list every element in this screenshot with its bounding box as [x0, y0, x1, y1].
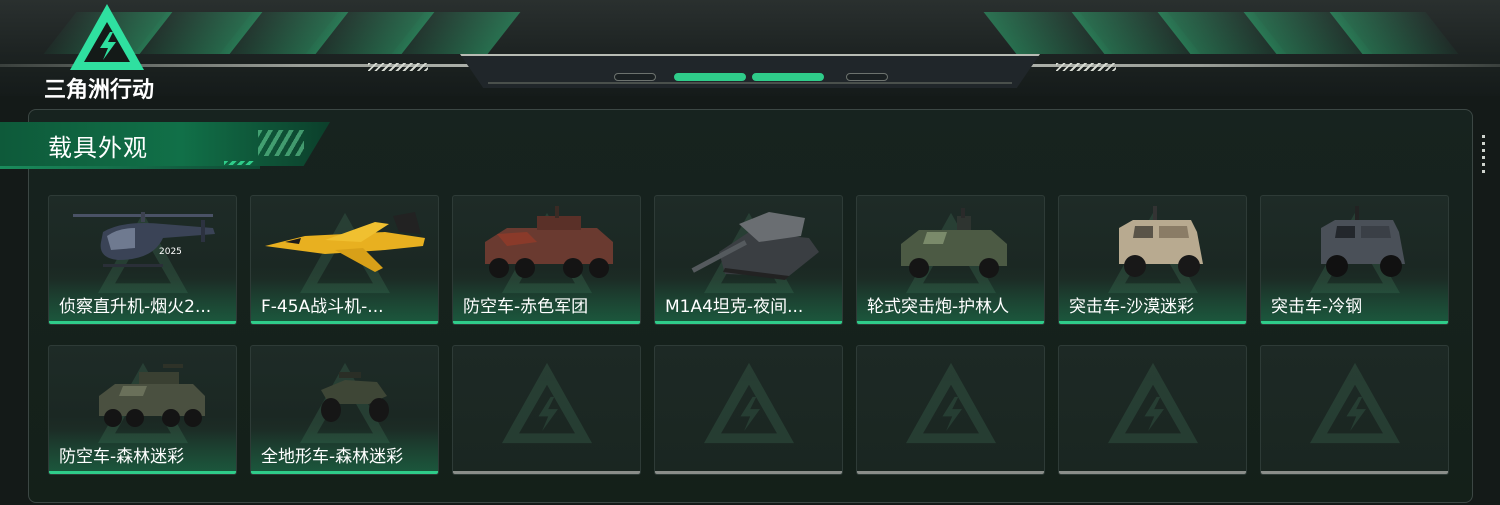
- atv-icon: [321, 372, 389, 422]
- hud-center-plate: [460, 54, 1040, 88]
- card-name: 突击车-冷钢: [1271, 297, 1363, 317]
- vehicle-card-aa-forest[interactable]: 防空车-森林迷彩: [48, 345, 237, 475]
- empty-card-slot: [654, 345, 843, 475]
- vehicle-card-tank[interactable]: M1A4坦克-夜间...: [654, 195, 843, 325]
- card-name: 防空车-森林迷彩: [59, 447, 185, 467]
- empty-slot-icon: [703, 362, 794, 444]
- vehicle-card-aa-red[interactable]: 防空车-赤色军团: [452, 195, 641, 325]
- empty-card-slot: [856, 345, 1045, 475]
- assault-car-steel-icon: [1321, 206, 1405, 277]
- card-name: M1A4坦克-夜间...: [665, 297, 804, 317]
- empty-slot-icon: [1309, 362, 1400, 444]
- svg-text:2025: 2025: [159, 247, 182, 257]
- card-name: 全地形车-森林迷彩: [261, 447, 404, 467]
- section-title: 载具外观: [48, 134, 148, 162]
- card-name: F-45A战斗机-...: [261, 297, 384, 317]
- assault-car-desert-icon: [1119, 206, 1203, 277]
- section-underline-hatch: [224, 161, 254, 165]
- wheeled-assault-gun-icon: [901, 208, 1007, 278]
- page-indicator-active: [674, 73, 746, 81]
- page-indicator-pill: [614, 73, 656, 81]
- helicopter-icon: 2025: [73, 212, 215, 267]
- empty-slot-icon: [1107, 362, 1198, 444]
- page-indicator-pill: [846, 73, 888, 81]
- empty-card-slot: [1058, 345, 1247, 475]
- aa-vehicle-forest-icon: [99, 364, 205, 427]
- vehicle-card-atv[interactable]: 全地形车-森林迷彩: [250, 345, 439, 475]
- card-name: 侦察直升机-烟火2...: [59, 297, 212, 317]
- card-name: 轮式突击炮-护林人: [867, 297, 1010, 317]
- card-name: 防空车-赤色军团: [463, 297, 589, 317]
- game-logo-text: 三角洲行动: [44, 78, 155, 103]
- vehicle-card-jet[interactable]: F-45A战斗机-...: [250, 195, 439, 325]
- scroll-indicator[interactable]: [1482, 135, 1485, 175]
- hud-hatch: [1056, 63, 1116, 71]
- vehicle-card-assault-gun[interactable]: 轮式突击炮-护林人: [856, 195, 1045, 325]
- hud-hatch: [368, 63, 428, 71]
- empty-card-slot: [452, 345, 641, 475]
- section-underline: [0, 166, 260, 169]
- top-hud-bar: [0, 0, 1500, 96]
- empty-slot-icon: [905, 362, 996, 444]
- delta-force-logo-icon: [70, 4, 144, 70]
- vehicle-card-assault-steel[interactable]: 突击车-冷钢: [1260, 195, 1449, 325]
- card-name: 突击车-沙漠迷彩: [1069, 297, 1195, 317]
- page-indicator-active: [752, 73, 824, 81]
- tank-icon: [691, 212, 819, 280]
- empty-card-slot: [1260, 345, 1449, 475]
- empty-slot-icon: [501, 362, 592, 444]
- vehicle-card-helicopter[interactable]: 2025 侦察直升机-烟火2...: [48, 195, 237, 325]
- vehicle-card-assault-desert[interactable]: 突击车-沙漠迷彩: [1058, 195, 1247, 325]
- aa-vehicle-red-icon: [485, 206, 613, 278]
- jet-icon: [265, 212, 425, 272]
